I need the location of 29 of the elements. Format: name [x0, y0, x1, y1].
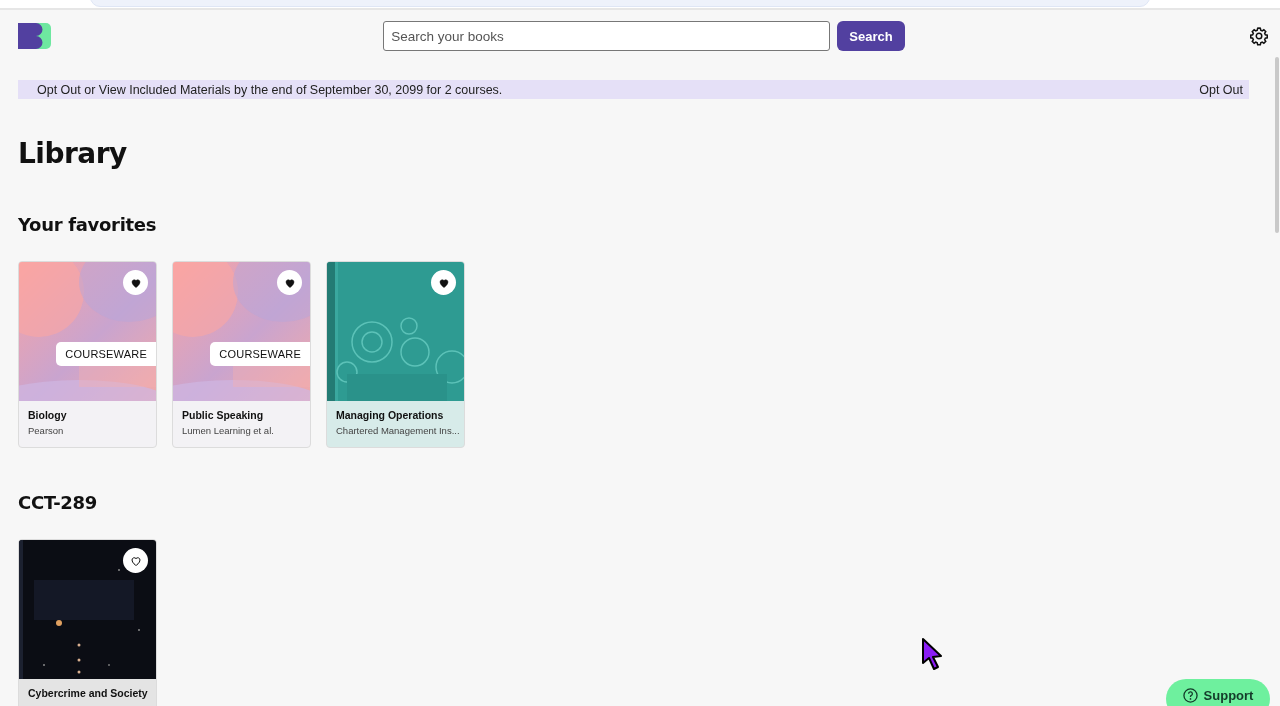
page-title: Library — [18, 137, 128, 170]
book-title: Biology — [28, 409, 68, 421]
book-card[interactable]: COURSEWARE Biology Pearson — [18, 261, 157, 448]
opt-out-link[interactable]: Opt Out — [1199, 82, 1243, 97]
book-title: Managing Operations — [336, 409, 445, 421]
heart-icon — [283, 276, 296, 289]
courseware-badge: COURSEWARE — [210, 342, 310, 366]
search-field[interactable]: Search your books — [383, 21, 831, 51]
cursor-icon — [921, 637, 943, 673]
courseware-badge: COURSEWARE — [56, 342, 156, 366]
search-button[interactable]: Search — [837, 21, 905, 51]
section-title: Your favorites — [18, 214, 158, 235]
notice-text: Opt Out or View Included Materials by the end of September 30, 2099 for 2 courses. — [37, 82, 503, 97]
book-title: Public Speaking — [182, 409, 265, 421]
book-card[interactable]: Managing Operations Chartered Management Ins... — [326, 261, 465, 448]
support-button[interactable]: Support — [1166, 679, 1270, 706]
help-icon — [1182, 688, 1198, 703]
book-title: Cybercrime and Society — [28, 687, 147, 699]
section-title: CCT-289 — [18, 492, 98, 513]
heart-icon — [437, 276, 450, 289]
heart-outline-icon — [129, 554, 142, 567]
book-author: Pearson — [28, 425, 65, 436]
book-card[interactable]: COURSEWARE Public Speaking Lumen Learning et al. — [172, 261, 311, 448]
book-card[interactable]: Cybercrime and Society — [18, 539, 157, 706]
heart-icon — [129, 276, 142, 289]
book-author: Lumen Learning et al. — [182, 425, 275, 436]
logo[interactable] — [18, 23, 51, 49]
settings-icon[interactable] — [1249, 26, 1269, 46]
scrollbar-thumb[interactable] — [1275, 57, 1279, 233]
